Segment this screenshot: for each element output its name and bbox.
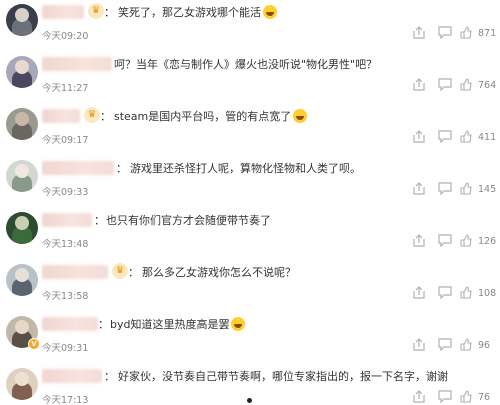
share-icon[interactable] [412, 390, 426, 404]
like-count: 871 [478, 28, 497, 39]
share-icon[interactable] [412, 26, 426, 40]
username-blurred[interactable] [42, 213, 92, 227]
comment-time: 今天09:17 [42, 135, 89, 146]
comment-row: 呵？当年《恋与制作人》爆火也没听说"物化男性"吧？ 今天11:27 764 [0, 54, 500, 106]
comment-time: 今天11:27 [42, 83, 89, 94]
like-count: 76 [478, 392, 491, 403]
like-count: 411 [478, 132, 497, 143]
comment-time: 今天09:31 [42, 343, 89, 354]
share-icon[interactable] [412, 78, 426, 92]
comment-time: 今天17:13 [42, 395, 89, 405]
comment-text: byd知道这里热度高是罢 [110, 316, 246, 332]
thumbs-up-icon[interactable] [460, 182, 472, 195]
colon: ： [104, 6, 115, 19]
share-icon[interactable] [412, 338, 426, 352]
comment-row: ： 游戏里还杀怪打人呢，算物化怪物和人类了呗。 今天09:33 145 [0, 158, 500, 210]
like-count: 96 [478, 340, 491, 351]
avatar[interactable] [6, 264, 38, 296]
colon: ： [104, 370, 115, 383]
comment-text: 呵？当年《恋与制作人》爆火也没听说"物化男性"吧？ [114, 58, 378, 71]
thumbs-up-icon[interactable] [460, 130, 472, 143]
comment-time: 今天09:20 [42, 31, 89, 42]
username-blurred[interactable] [42, 265, 108, 279]
thumbs-up-icon[interactable] [460, 286, 472, 299]
like-count: 126 [478, 236, 497, 247]
like-count: 764 [478, 80, 497, 91]
comment-icon[interactable] [438, 130, 452, 143]
share-icon[interactable] [412, 234, 426, 248]
comment-icon[interactable] [438, 78, 452, 91]
verified-badge-icon: V [28, 338, 40, 350]
crown-icon: ♛ [112, 263, 128, 279]
crown-icon: ♛ [88, 3, 104, 19]
avatar[interactable] [6, 108, 38, 140]
colon: ： [94, 214, 105, 227]
comment-time: 今天13:58 [42, 291, 89, 302]
thumbs-up-icon[interactable] [460, 78, 472, 91]
username-blurred[interactable] [42, 57, 112, 71]
comment-row: ♛ ： 那么多乙女游戏你怎么不说呢？ 今天13:58 108 [0, 262, 500, 314]
comment-text: 那么多乙女游戏你怎么不说呢？ [142, 266, 296, 279]
comment-row: ♛ ： 笑死了，那乙女游戏哪个能活 今天09:20 871 [0, 2, 500, 54]
comment-text: 好家伙，没节奏自己带节奏啊，哪位专家指出的，报一下名字，谢谢 [118, 370, 448, 383]
comment-list: ♛ ： 笑死了，那乙女游戏哪个能活 今天09:20 871 呵？当年《恋与制作人… [0, 0, 500, 405]
comment-icon[interactable] [438, 286, 452, 299]
laughing-emoji-icon [263, 5, 277, 19]
comment-time: 今天09:33 [42, 187, 89, 198]
username-blurred[interactable] [42, 369, 102, 383]
comment-row: V ： byd知道这里热度高是罢 今天09:31 96 [0, 314, 500, 366]
colon: ： [100, 110, 111, 123]
thumbs-up-icon[interactable] [460, 26, 472, 39]
comment-row: ： 也只有你们官方才会随便带节奏了 今天13:48 126 [0, 210, 500, 262]
comment-text: 游戏里还杀怪打人呢，算物化怪物和人类了呗。 [130, 162, 361, 175]
colon: ： [128, 266, 139, 279]
crown-icon: ♛ [84, 107, 100, 123]
comment-row: ♛ ： steam是国内平台吗，管的有点宽了 今天09:17 411 [0, 106, 500, 158]
colon: ： [116, 162, 127, 175]
username-blurred[interactable] [42, 161, 114, 175]
share-icon[interactable] [412, 130, 426, 144]
avatar[interactable] [6, 160, 38, 192]
avatar[interactable] [6, 212, 38, 244]
comment-text: steam是国内平台吗，管的有点宽了 [114, 108, 308, 124]
comment-icon[interactable] [438, 182, 452, 195]
comment-icon[interactable] [438, 234, 452, 247]
crying-emoji-icon [293, 109, 308, 123]
thumbs-up-icon[interactable] [460, 338, 472, 351]
page-indicator-dot [247, 398, 252, 403]
username-blurred[interactable] [42, 317, 98, 331]
avatar[interactable] [6, 4, 38, 36]
share-icon[interactable] [412, 182, 426, 196]
colon: ： [98, 318, 109, 331]
comment-icon[interactable] [438, 338, 452, 351]
avatar[interactable] [6, 368, 38, 400]
like-count: 145 [478, 184, 497, 195]
username-blurred[interactable] [42, 5, 84, 19]
thumbs-up-icon[interactable] [460, 234, 472, 247]
comment-text: 也只有你们官方才会随便带节奏了 [106, 214, 271, 227]
thumbs-up-icon[interactable] [460, 390, 472, 403]
comment-text: 笑死了，那乙女游戏哪个能活 [118, 4, 277, 20]
share-icon[interactable] [412, 286, 426, 300]
username-blurred[interactable] [42, 109, 80, 123]
avatar[interactable] [6, 56, 38, 88]
comment-icon[interactable] [438, 26, 452, 39]
comment-icon[interactable] [438, 390, 452, 403]
like-count: 108 [478, 288, 497, 299]
comment-time: 今天13:48 [42, 239, 89, 250]
laughing-emoji-icon [231, 317, 246, 331]
